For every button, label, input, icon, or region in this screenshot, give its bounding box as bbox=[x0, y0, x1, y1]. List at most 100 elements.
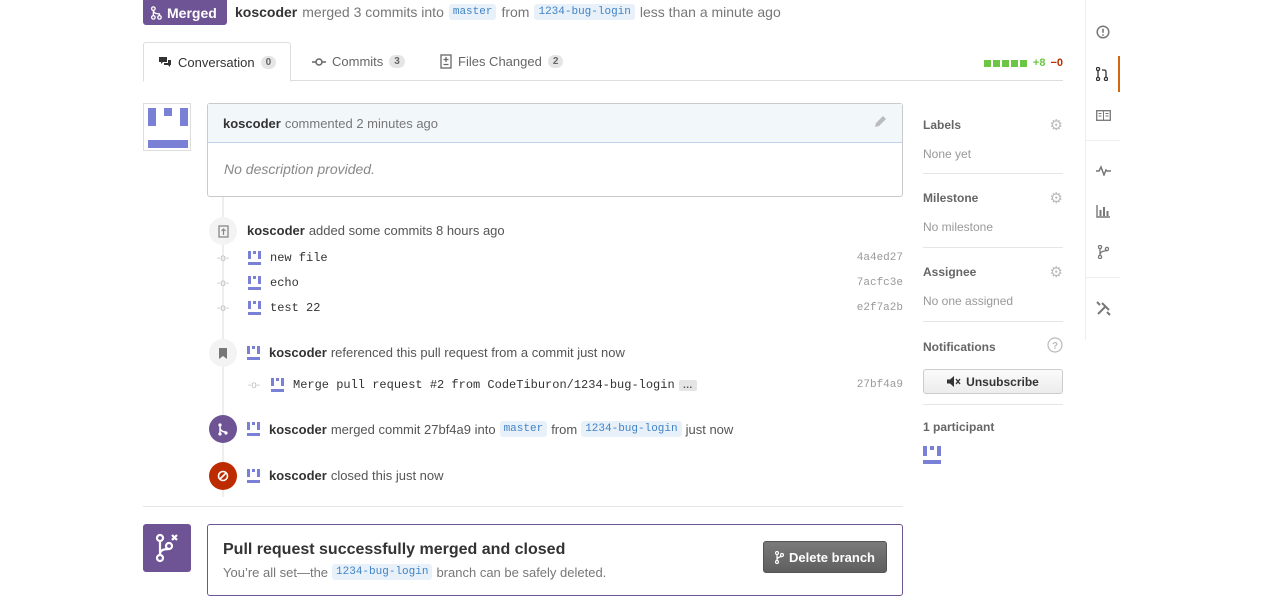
comment-icon bbox=[159, 56, 171, 67]
list-item: -o- Merge pull request #2 from CodeTibur… bbox=[247, 375, 903, 395]
sidebar-labels-value: None yet bbox=[923, 147, 972, 161]
commit-message-link[interactable]: Merge pull request #2 from CodeTiburon/1… bbox=[293, 378, 675, 392]
sidebar-milestone: Milestone ⚙ No milestone bbox=[923, 189, 1063, 248]
pr-merged-text: merged 3 commits into bbox=[302, 4, 444, 20]
commits-event-author[interactable]: koscoder bbox=[247, 223, 305, 238]
diffstat-additions: +8 bbox=[1032, 57, 1046, 69]
graphs-icon[interactable] bbox=[1086, 193, 1120, 229]
sidebar-participants: 1 participant bbox=[923, 420, 1063, 470]
diffstat-block bbox=[1001, 59, 1009, 67]
avatar[interactable] bbox=[248, 301, 262, 315]
avatar[interactable] bbox=[247, 345, 261, 360]
wiki-icon[interactable] bbox=[1086, 97, 1120, 133]
commit-sha-link[interactable]: e2f7a2b bbox=[857, 302, 903, 314]
pr-description-comment: koscoder commented 2 minutes ago No desc… bbox=[207, 103, 903, 197]
tab-commits-count: 3 bbox=[389, 55, 405, 68]
gear-icon[interactable]: ⚙ bbox=[1050, 189, 1063, 207]
gear-icon[interactable]: ⚙ bbox=[1050, 116, 1063, 134]
closed-icon bbox=[209, 462, 237, 490]
commit-message-link[interactable]: echo bbox=[270, 276, 299, 290]
commit-message-link[interactable]: test 22 bbox=[270, 301, 320, 315]
pull-request-icon[interactable] bbox=[1086, 56, 1120, 92]
pr-tabs: Conversation 0 Commits 3 Files Changed 2… bbox=[143, 42, 1063, 82]
gear-icon[interactable]: ⚙ bbox=[1050, 263, 1063, 281]
comment-action: commented 2 minutes ago bbox=[284, 115, 439, 131]
expand-commit-button[interactable]: … bbox=[678, 379, 697, 391]
avatar[interactable] bbox=[248, 276, 262, 290]
base-branch-label: master bbox=[499, 421, 548, 437]
merged-status-box: Pull request successfully merged and clo… bbox=[207, 524, 903, 596]
list-item: -o- test 22 e2f7a2b bbox=[216, 298, 903, 318]
sidebar-assignee-title: Assignee bbox=[923, 265, 977, 279]
issues-icon[interactable] bbox=[1086, 14, 1120, 50]
merge-event: koscoder merged commit 27bf4a9 into mast… bbox=[247, 421, 733, 437]
list-item: -o- echo 7acfc3e bbox=[216, 273, 903, 293]
tab-files-changed[interactable]: Files Changed 2 bbox=[426, 42, 577, 81]
commit-dot-icon: -o- bbox=[216, 252, 230, 264]
merge-icon bbox=[150, 5, 162, 20]
diffstat-block bbox=[992, 59, 1000, 67]
repo-nav bbox=[1085, 0, 1120, 340]
tab-conversation-label: Conversation bbox=[178, 54, 255, 70]
reference-event-action: referenced this pull request from a comm… bbox=[330, 345, 625, 360]
tab-files-changed-label: Files Changed bbox=[458, 54, 542, 69]
delete-branch-label: Delete branch bbox=[789, 549, 875, 565]
commit-sha-link[interactable]: 4a4ed27 bbox=[857, 252, 903, 264]
diffstat-block bbox=[983, 59, 991, 67]
commit-icon bbox=[312, 57, 326, 66]
commit-dot-icon: -o- bbox=[216, 277, 230, 289]
repo-push-icon bbox=[209, 217, 237, 245]
reference-event: koscoder referenced this pull request fr… bbox=[247, 345, 625, 360]
branch-merged-icon bbox=[143, 524, 191, 572]
pr-meta: koscoder merged 3 commits into master fr… bbox=[235, 4, 781, 20]
question-icon[interactable]: ? bbox=[1047, 337, 1063, 356]
tab-files-changed-count: 2 bbox=[547, 55, 564, 68]
close-event-author[interactable]: koscoder bbox=[269, 468, 327, 483]
merge-event-from: from bbox=[551, 421, 578, 437]
reference-event-author[interactable]: koscoder bbox=[269, 345, 327, 360]
settings-icon[interactable] bbox=[1086, 290, 1120, 326]
merge-event-action: merged commit 27bf4a9 into bbox=[330, 421, 496, 437]
head-branch-label: 1234-bug-login bbox=[332, 564, 433, 580]
commit-message-link[interactable]: new file bbox=[270, 251, 328, 265]
unsubscribe-button[interactable]: Unsubscribe bbox=[923, 369, 1063, 394]
sidebar-labels-title: Labels bbox=[923, 118, 962, 132]
commit-sha-link[interactable]: 27bf4a9 bbox=[857, 379, 903, 391]
pencil-icon[interactable] bbox=[873, 115, 887, 132]
branch-icon bbox=[775, 550, 785, 564]
comment-header: koscoder commented 2 minutes ago bbox=[208, 104, 902, 143]
delete-branch-button[interactable]: Delete branch bbox=[763, 541, 887, 573]
head-branch-label: 1234-bug-login bbox=[534, 4, 635, 20]
merge-event-author[interactable]: koscoder bbox=[269, 422, 327, 437]
tab-conversation-count: 0 bbox=[260, 55, 277, 69]
diff-icon bbox=[440, 54, 452, 69]
commit-sha-link[interactable]: 7acfc3e bbox=[857, 277, 903, 289]
pr-author-link[interactable]: koscoder bbox=[235, 4, 297, 20]
pulse-icon[interactable] bbox=[1086, 152, 1120, 188]
avatar[interactable] bbox=[271, 378, 285, 392]
avatar[interactable] bbox=[248, 251, 262, 265]
tab-commits-label: Commits bbox=[332, 54, 384, 69]
avatar[interactable] bbox=[247, 422, 261, 436]
sidebar-participants-title: 1 participant bbox=[923, 420, 995, 434]
timeline-divider bbox=[143, 506, 903, 507]
avatar[interactable] bbox=[247, 468, 261, 483]
participant-avatar[interactable] bbox=[923, 446, 941, 464]
sidebar-milestone-value: No milestone bbox=[923, 220, 994, 234]
pr-from-text: from bbox=[501, 4, 530, 20]
commits-event: koscoder added some commits 8 hours ago bbox=[247, 223, 505, 238]
sidebar-assignee: Assignee ⚙ No one assigned bbox=[923, 263, 1063, 322]
commit-dot-icon: -o- bbox=[216, 302, 230, 314]
diffstat-deletions: −0 bbox=[1050, 57, 1063, 69]
diffstat-block bbox=[1010, 59, 1018, 67]
comment-author-link[interactable]: koscoder bbox=[223, 116, 281, 131]
tab-conversation[interactable]: Conversation 0 bbox=[143, 42, 292, 82]
commits-event-action: added some commits 8 hours ago bbox=[308, 223, 505, 238]
bookmark-icon bbox=[209, 339, 237, 367]
network-icon[interactable] bbox=[1086, 234, 1120, 270]
avatar[interactable] bbox=[143, 103, 191, 151]
pr-time-text: less than a minute ago bbox=[639, 4, 781, 20]
tab-commits[interactable]: Commits 3 bbox=[298, 42, 419, 81]
close-event: koscoder closed this just now bbox=[247, 468, 444, 483]
list-item: -o- new file 4a4ed27 bbox=[216, 248, 903, 268]
